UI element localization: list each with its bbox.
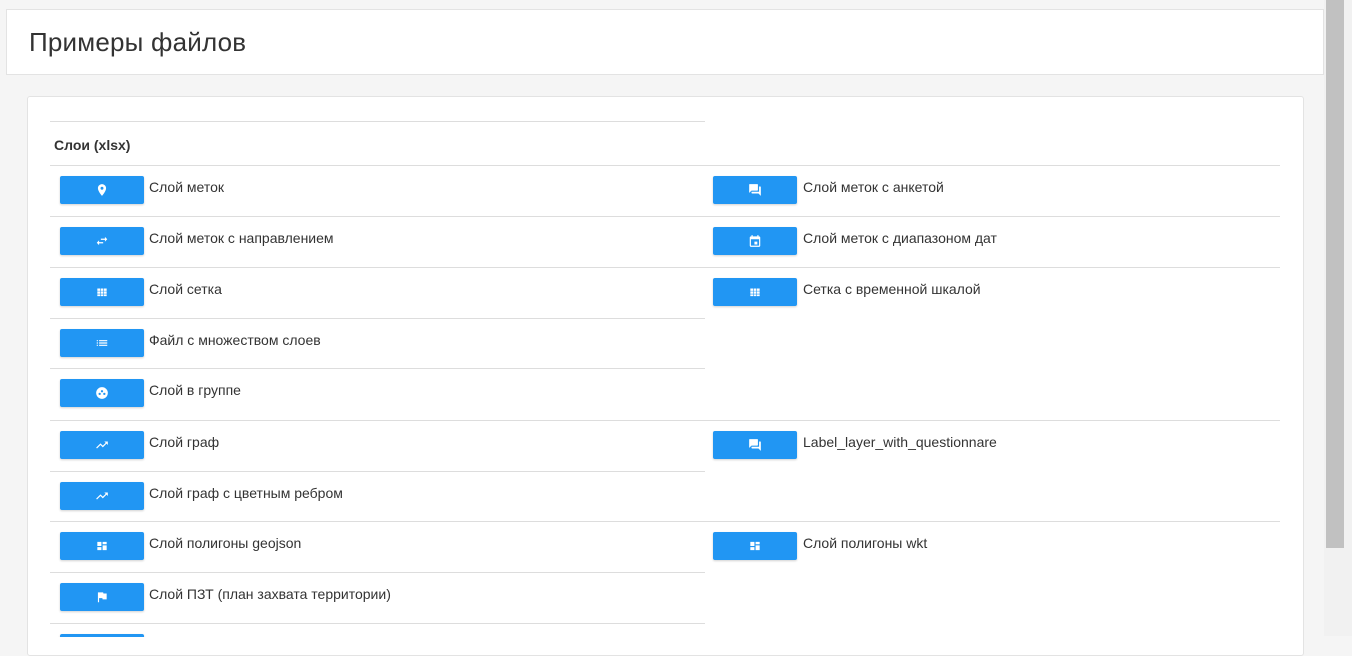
group-title: Слои (xlsx) [54, 137, 131, 153]
download-button[interactable] [60, 278, 144, 306]
file-cell [50, 624, 705, 637]
forum-icon [749, 184, 761, 196]
table-row: Файл с множеством слоев [50, 318, 705, 368]
download-button[interactable] [60, 329, 144, 357]
download-button[interactable] [60, 532, 144, 560]
forum-icon [749, 439, 761, 451]
file-cell: Слой полигоны geojson [50, 522, 705, 572]
file-cell: Сетка с временной шкалой [705, 268, 1280, 318]
file-cell: Слой меток с направлением [50, 217, 705, 267]
download-button[interactable] [60, 227, 144, 255]
file-cell: Слой меток с анкетой [705, 166, 1280, 216]
file-cell: Слой полигоны wkt [705, 522, 1280, 572]
page-title: Примеры файлов [29, 27, 247, 57]
file-label: Слой полигоны geojson [149, 535, 302, 551]
file-cell: Слой граф с цветным ребром [50, 472, 705, 522]
page-header: Примеры файлов [6, 9, 1324, 75]
file-label: Слой граф с цветным ребром [149, 485, 343, 501]
download-button[interactable] [60, 176, 144, 204]
file-label: Слой меток с направлением [149, 230, 334, 246]
trending-up-icon [96, 492, 108, 500]
download-button[interactable] [713, 227, 797, 255]
file-cell: Слой меток [50, 166, 705, 216]
table-row: Слой граф с цветным ребром [50, 471, 705, 522]
vertical-scrollbar[interactable] [1324, 0, 1352, 636]
download-button[interactable] [713, 176, 797, 204]
download-button[interactable] [713, 532, 797, 560]
table-row [50, 623, 705, 637]
table-row: Слой ПЗТ (план захвата территории) [50, 572, 705, 623]
table-row: Слой в группе [50, 368, 705, 420]
file-cell: Слой граф [50, 421, 705, 471]
file-cell: Файл с множеством слоев [50, 319, 705, 369]
download-button[interactable] [60, 482, 144, 510]
group-header: Слои (xlsx) [50, 121, 705, 165]
table-row: Слой меток с направлением Слой меток с д… [50, 216, 1280, 267]
grid-icon [750, 288, 760, 297]
download-button[interactable] [60, 583, 144, 611]
file-label: Сетка с временной шкалой [803, 281, 981, 297]
file-label: Слой сетка [149, 281, 222, 297]
dashboard-icon [750, 541, 760, 551]
table-row: Слой сетка Сетка с временной шкалой [50, 267, 1280, 318]
file-label: Слой в группе [149, 382, 241, 398]
dashboard-icon [97, 541, 107, 551]
file-label: Слой меток с диапазоном дат [803, 230, 997, 246]
group-icon [96, 387, 108, 399]
calendar-icon [749, 235, 761, 247]
file-label: Слой полигоны wkt [803, 535, 928, 551]
download-button[interactable] [60, 431, 144, 459]
download-button[interactable] [713, 431, 797, 459]
flag-icon [97, 592, 107, 603]
table-row: Слой меток Слой меток с анкетой [50, 165, 1280, 216]
grid-icon [97, 288, 107, 297]
file-label: Слой меток [149, 179, 225, 195]
file-cell: Слой сетка [50, 268, 705, 318]
swap-arrows-icon [96, 236, 108, 246]
file-label: Слой ПЗТ (план захвата территории) [149, 586, 391, 602]
file-label: Слой граф [149, 434, 220, 450]
download-button[interactable] [60, 379, 144, 407]
file-cell: Слой меток с диапазоном дат [705, 217, 1280, 267]
file-cell: Слой в группе [50, 369, 705, 419]
table-row: Слой полигоны geojson Слой полигоны wkt [50, 521, 1280, 572]
map-marker-icon [97, 184, 107, 196]
list-icon [96, 340, 108, 346]
file-cell: Слой ПЗТ (план захвата территории) [50, 573, 705, 623]
file-label: Файл с множеством слоев [149, 332, 321, 348]
trending-up-icon [96, 441, 108, 449]
file-label: Label_layer_with_questionnare [803, 434, 997, 450]
table-row: Слой граф Label_layer_with_questionnare [50, 420, 1280, 471]
scrollbar-thumb[interactable] [1326, 0, 1344, 548]
file-cell: Label_layer_with_questionnare [705, 421, 1280, 471]
download-button[interactable] [713, 278, 797, 306]
file-label: Слой меток с анкетой [803, 179, 944, 195]
